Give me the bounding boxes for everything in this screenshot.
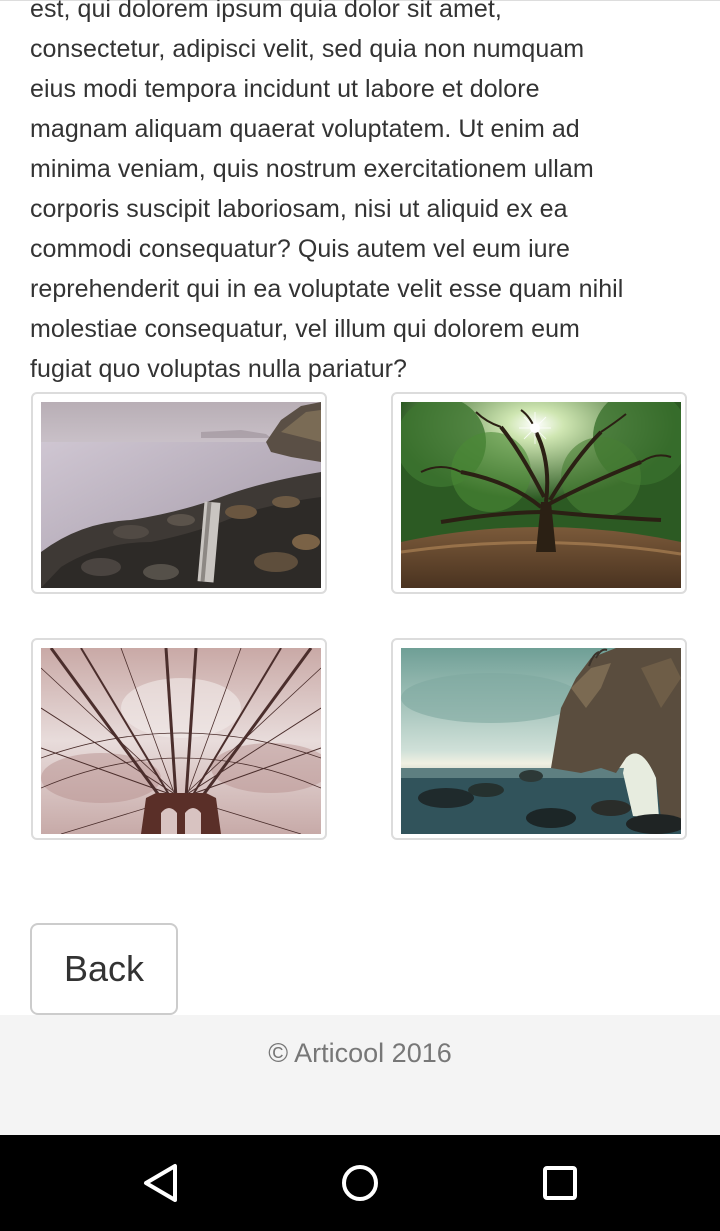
oak-tree-photo	[401, 402, 681, 588]
bridge-cables-photo	[41, 648, 321, 834]
article-line: fugiat quo voluptas nulla pariatur?	[30, 355, 408, 383]
article-body: est, qui dolorem ipsum quia dolor sit am…	[30, 0, 694, 389]
gallery-thumbnail-3[interactable]	[31, 638, 327, 840]
article-line: consectetur, adipisci velit, sed quia no…	[30, 35, 585, 63]
article-line: est, qui dolorem ipsum quia dolor sit am…	[30, 0, 502, 23]
system-recents-button[interactable]	[536, 1159, 584, 1207]
sea-arch-photo	[401, 648, 681, 834]
gallery-thumbnail-4[interactable]	[391, 638, 687, 840]
system-back-button[interactable]	[136, 1159, 184, 1207]
square-recents-icon	[543, 1166, 577, 1200]
article-line: magnam aliquam quaerat voluptatem. Ut en…	[30, 115, 580, 143]
footer: © Articool 2016	[0, 1015, 720, 1135]
circle-home-icon	[342, 1165, 378, 1201]
gallery-thumbnail-2[interactable]	[391, 392, 687, 594]
screen: est, qui dolorem ipsum quia dolor sit am…	[0, 0, 720, 1231]
back-button[interactable]: Back	[30, 923, 178, 1015]
article-line: corporis suscipit laboriosam, nisi ut al…	[30, 195, 568, 223]
system-navigation-bar	[0, 1135, 720, 1231]
article-line: molestiae consequatur, vel illum qui dol…	[30, 315, 580, 343]
article-line: eius modi tempora incidunt ut labore et …	[30, 75, 540, 103]
article-line: reprehenderit qui in ea voluptate velit …	[30, 275, 624, 303]
footer-copyright: © Articool 2016	[268, 1038, 452, 1068]
system-home-button[interactable]	[336, 1159, 384, 1207]
rocky-coast-photo	[41, 402, 321, 588]
article-line: commodi consequatur? Quis autem vel eum …	[30, 235, 570, 263]
gallery-thumbnail-1[interactable]	[31, 392, 327, 594]
triangle-back-icon	[144, 1164, 177, 1202]
article-line: minima veniam, quis nostrum exercitation…	[30, 155, 594, 183]
